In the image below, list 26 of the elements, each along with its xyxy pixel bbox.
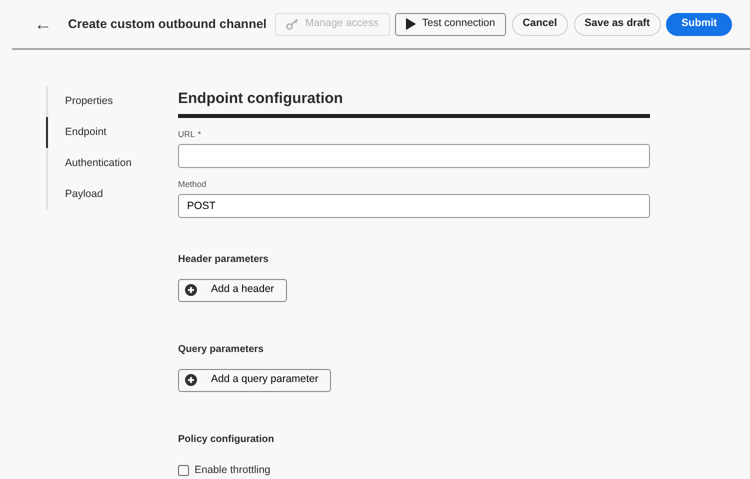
play-icon xyxy=(406,18,416,30)
add-button[interactable]: Add a query parameter xyxy=(178,368,332,392)
back-button[interactable]: ← xyxy=(34,15,52,33)
test-connection-button[interactable]: Test connection xyxy=(395,12,506,36)
field-label: Method xyxy=(178,178,206,190)
throttling-checkbox[interactable] xyxy=(178,464,189,476)
required-icon: * xyxy=(198,128,202,141)
field-label: URL xyxy=(178,128,196,141)
checkbox-label: Enable throttling xyxy=(194,462,270,478)
sidebar-item[interactable]: Authentication xyxy=(46,148,178,179)
action-button[interactable]: Save as draft xyxy=(574,12,661,36)
action-button[interactable]: Cancel xyxy=(512,12,568,36)
submit-button[interactable]: Submit xyxy=(666,12,732,36)
add-icon xyxy=(185,284,197,296)
section-title: Endpoint configuration xyxy=(178,90,650,118)
add-button[interactable]: Add a header xyxy=(178,278,288,302)
page-title: Create custom outbound channel xyxy=(68,16,267,33)
add-icon xyxy=(185,374,197,386)
sidebar-item[interactable]: Properties xyxy=(46,86,178,117)
group-title: Header parameters xyxy=(178,254,270,266)
sidebar-item[interactable]: Payload xyxy=(46,179,178,210)
group-title: Policy configuration xyxy=(178,434,276,446)
key-icon xyxy=(286,18,300,30)
url-field[interactable] xyxy=(178,144,650,168)
group-title: Query parameters xyxy=(178,344,265,356)
method-field[interactable]: POST xyxy=(178,194,650,218)
